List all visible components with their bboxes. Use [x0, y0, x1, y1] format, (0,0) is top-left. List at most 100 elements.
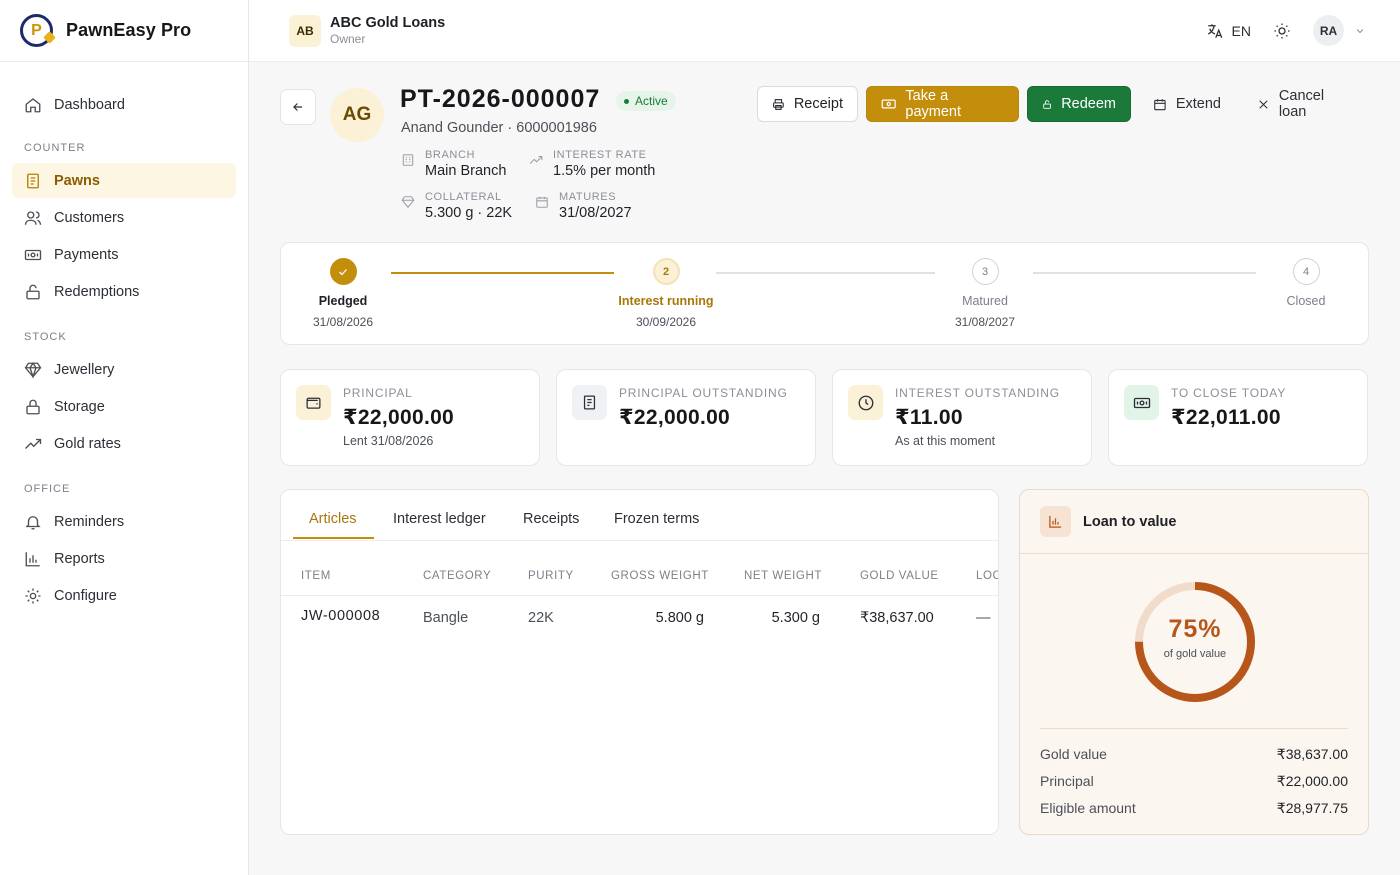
home-icon — [24, 96, 42, 114]
meta-value: Main Branch — [425, 163, 507, 179]
stat-value: ₹22,000.00 — [343, 406, 455, 429]
sidebar-item-label: Reminders — [54, 513, 125, 530]
meta-label: INTEREST RATE — [553, 149, 647, 161]
sidebar-item-storage[interactable]: Storage — [12, 389, 236, 424]
bar-chart-icon — [24, 550, 42, 568]
sidebar-item-payments[interactable]: Payments — [12, 237, 236, 272]
ltv-row-label: Eligible amount — [1040, 800, 1136, 816]
receipt-button[interactable]: Receipt — [757, 86, 858, 122]
cell-location: — — [976, 610, 991, 626]
sidebar-item-reports[interactable]: Reports — [12, 541, 236, 576]
brand[interactable]: P PawnEasy Pro — [0, 0, 248, 62]
take-payment-button[interactable]: Take a payment — [866, 86, 1019, 122]
sidebar-section-stock: STOCK — [24, 331, 67, 343]
extend-button[interactable]: Extend — [1139, 86, 1235, 122]
meta-collateral: COLLATERAL 5.300 g · 22K — [401, 191, 512, 221]
banknote-icon — [24, 246, 42, 264]
step-label: Pledged — [318, 294, 368, 308]
ltv-row-eligible-amount: Eligible amount ₹28,977.75 — [1040, 800, 1348, 817]
sidebar-item-jewellery[interactable]: Jewellery — [12, 352, 236, 387]
sidebar-item-pawns[interactable]: Pawns — [12, 163, 236, 198]
stat-label: PRINCIPAL OUTSTANDING — [619, 386, 788, 400]
ltv-row-principal: Principal ₹22,000.00 — [1040, 773, 1348, 790]
stat-value: ₹22,011.00 — [1171, 406, 1281, 429]
sidebar-item-label: Storage — [54, 398, 105, 415]
unlock-icon — [1043, 99, 1051, 109]
tab-receipts[interactable]: Receipts — [523, 511, 579, 527]
close-icon — [1259, 99, 1268, 109]
customer-line[interactable]: Anand Gounder · 6000001986 — [401, 120, 597, 136]
sidebar-item-customers[interactable]: Customers — [12, 200, 236, 235]
sidebar-item-redemptions[interactable]: Redemptions — [12, 274, 236, 309]
ltv-subtitle: of gold value — [1163, 648, 1227, 660]
sidebar-item-label: Dashboard — [54, 96, 125, 113]
column-header-purity[interactable]: PURITY — [528, 570, 574, 582]
sidebar-item-label: Customers — [54, 209, 125, 226]
language-switcher[interactable]: EN — [1206, 22, 1251, 40]
column-header-gold-value[interactable]: GOLD VALUE — [860, 570, 939, 582]
cell-net-weight: 5.300 g — [771, 610, 820, 626]
settings-icon — [24, 587, 42, 605]
tab-articles[interactable]: Articles — [309, 511, 357, 527]
sidebar-item-label: Redemptions — [54, 283, 140, 300]
loan-number: PT-2026-000007 — [400, 85, 601, 113]
stepper-connector — [716, 272, 935, 274]
sidebar-item-reminders[interactable]: Reminders — [12, 504, 236, 539]
theme-toggle[interactable] — [1273, 22, 1291, 40]
users-icon — [24, 209, 42, 227]
topbar: AB ABC Gold Loans Owner EN RA — [249, 0, 1400, 62]
cell-purity: 22K — [528, 610, 554, 626]
loan-to-value-card: Loan to value 75% of gold value Gold val… — [1019, 489, 1369, 835]
step-number: 2 — [652, 258, 680, 285]
back-button[interactable] — [280, 89, 316, 125]
column-header-net-weight[interactable]: NET WEIGHT — [744, 570, 822, 582]
sidebar-item-label: Payments — [54, 246, 119, 263]
ltv-row-gold-value: Gold value ₹38,637.00 — [1040, 746, 1348, 763]
meta-branch: BRANCH Main Branch — [401, 149, 506, 179]
org-info[interactable]: ABC Gold Loans Owner — [330, 15, 445, 46]
step-number: 4 — [1292, 258, 1320, 285]
column-header-item[interactable]: ITEM — [301, 570, 331, 582]
cancel-loan-button[interactable]: Cancel loan — [1243, 86, 1369, 122]
org-name: ABC Gold Loans — [330, 15, 446, 31]
sidebar-item-dashboard[interactable]: Dashboard — [12, 87, 236, 122]
cell-item[interactable]: JW-000008 — [301, 608, 380, 624]
language-label: EN — [1231, 22, 1251, 39]
trending-up-icon — [24, 435, 42, 453]
sidebar: P PawnEasy Pro Dashboard COUNTER Pawns C… — [0, 0, 249, 875]
stat-label: TO CLOSE TODAY — [1171, 386, 1287, 400]
column-header-location[interactable]: LOC — [976, 570, 998, 582]
column-header-category[interactable]: CATEGORY — [423, 570, 491, 582]
column-header-gross-weight[interactable]: GROSS WEIGHT — [611, 570, 709, 582]
sidebar-item-label: Configure — [54, 587, 117, 604]
step-interest-running: 2 Interest running 30/09/2026 — [596, 258, 736, 329]
meta-value: 1.5% per month — [553, 163, 656, 179]
user-avatar[interactable]: RA — [1313, 15, 1344, 46]
table-header-divider — [281, 595, 998, 596]
tab-interest-ledger[interactable]: Interest ledger — [393, 511, 486, 527]
lock-icon — [24, 398, 42, 416]
sidebar-section-counter: COUNTER — [24, 142, 86, 154]
sidebar-item-configure[interactable]: Configure — [12, 578, 236, 613]
step-label: Interest running — [618, 294, 714, 308]
status-badge: Active — [616, 91, 676, 111]
tab-frozen-terms[interactable]: Frozen terms — [614, 511, 699, 527]
step-label: Matured — [962, 294, 1008, 308]
sidebar-item-gold-rates[interactable]: Gold rates — [12, 426, 236, 461]
meta-label: BRANCH — [425, 149, 476, 161]
ltv-header: Loan to value — [1020, 490, 1368, 554]
printer-icon — [773, 98, 784, 110]
ltv-row-label: Principal — [1040, 773, 1094, 789]
gem-icon — [24, 361, 42, 379]
sidebar-nav: Dashboard COUNTER Pawns Customers Paymen… — [0, 62, 248, 613]
receipt-button-label: Receipt — [793, 96, 843, 112]
wallet-icon — [296, 385, 331, 420]
redeem-button[interactable]: Redeem — [1027, 86, 1131, 122]
chevron-down-icon[interactable] — [1354, 25, 1366, 37]
redeem-button-label: Redeem — [1061, 96, 1116, 112]
brand-logo-icon: P — [20, 14, 53, 47]
sidebar-item-label: Pawns — [54, 172, 100, 189]
org-badge[interactable]: AB — [289, 14, 321, 47]
topbar-actions: EN RA — [1206, 15, 1366, 46]
tab-bar: Articles Interest ledger Receipts Frozen… — [281, 490, 998, 541]
